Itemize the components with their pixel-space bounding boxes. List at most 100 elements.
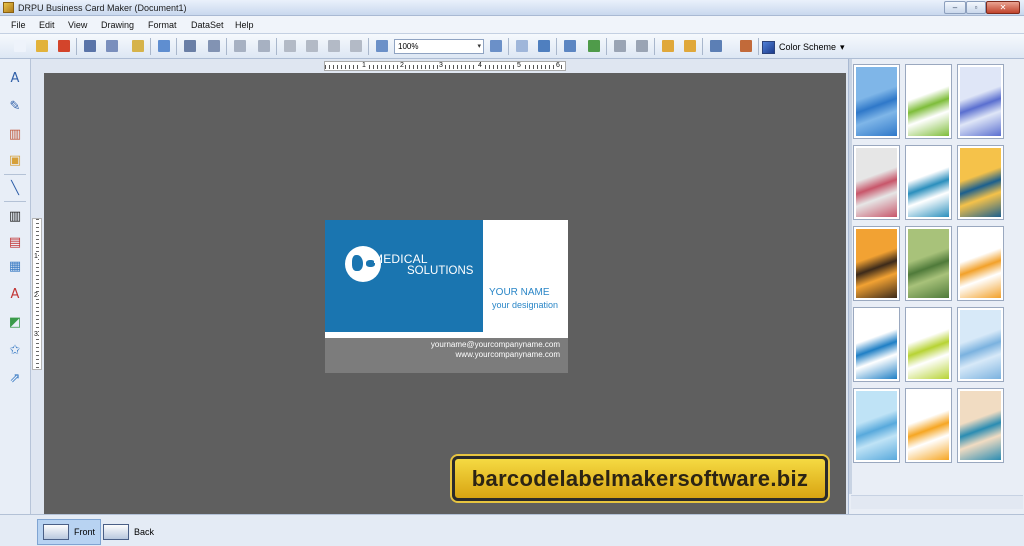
menu-help[interactable]: Help	[235, 20, 254, 30]
send-mail-icon[interactable]	[708, 38, 724, 54]
redo-icon[interactable]	[256, 38, 272, 54]
color-scheme-button[interactable]: Color Scheme ▾	[762, 40, 845, 54]
template-thumbnail[interactable]	[957, 307, 1004, 382]
card-designation[interactable]: your designation	[492, 300, 558, 310]
toolbar-separator	[508, 38, 509, 55]
ruler-number: 5	[516, 62, 522, 70]
template-thumbnail[interactable]	[905, 307, 952, 382]
template-thumbnail[interactable]	[853, 64, 900, 139]
ruler-number: 1	[361, 62, 367, 70]
template-thumbnail[interactable]	[905, 64, 952, 139]
close-document-icon[interactable]	[56, 38, 72, 54]
title-bar: DRPU Business Card Maker (Document1) – ▫…	[0, 0, 1024, 16]
template-thumbnail[interactable]	[957, 388, 1004, 463]
template-thumbnail[interactable]	[957, 145, 1004, 220]
menu-dataset[interactable]: DataSet	[191, 20, 224, 30]
templates-scrollbar[interactable]	[851, 495, 1023, 509]
star-tool-icon[interactable]: ✩	[6, 341, 24, 359]
zoom-in-icon[interactable]	[374, 38, 390, 54]
template-preview	[856, 310, 897, 379]
menu-file[interactable]: File	[11, 20, 26, 30]
ruler-number: 6	[555, 62, 561, 70]
bring-forward-icon[interactable]	[612, 38, 628, 54]
image-tool-icon[interactable]: ▣	[6, 151, 24, 169]
template-thumbnail[interactable]	[957, 226, 1004, 301]
menu-view[interactable]: View	[68, 20, 87, 30]
tab-front[interactable]: Front	[37, 519, 102, 545]
business-card-maker-window: { "window": {"title": "DRPU Business Car…	[0, 0, 1024, 546]
restore-button[interactable]: ▫	[966, 1, 986, 14]
excel-icon[interactable]	[586, 38, 602, 54]
template-thumbnail[interactable]	[905, 388, 952, 463]
signature-tool-icon[interactable]: ◩	[6, 313, 24, 331]
undo-icon[interactable]	[232, 38, 248, 54]
close-button[interactable]: ✕	[986, 1, 1020, 14]
library-tool-icon[interactable]: ▥	[6, 125, 24, 143]
new-icon[interactable]	[12, 38, 28, 54]
template-thumbnail[interactable]	[905, 226, 952, 301]
save-icon[interactable]	[82, 38, 98, 54]
picture-tool-icon[interactable]: ▦	[6, 257, 24, 275]
text-tool-icon[interactable]: A	[6, 69, 24, 87]
template-preview	[960, 148, 1001, 217]
unlock-icon[interactable]	[682, 38, 698, 54]
minimize-button[interactable]: –	[944, 1, 966, 14]
shapes-tool-icon[interactable]: ▤	[6, 233, 24, 251]
template-thumbnail[interactable]	[853, 307, 900, 382]
template-preview	[908, 310, 949, 379]
template-thumbnail[interactable]	[905, 145, 952, 220]
barcode-tool-icon[interactable]: ▥	[6, 207, 24, 225]
delete-icon[interactable]	[348, 38, 364, 54]
actual-size-icon[interactable]	[514, 38, 530, 54]
toolbar-separator	[226, 38, 227, 55]
export-icon[interactable]	[130, 38, 146, 54]
template-preview	[908, 391, 949, 460]
zoom-value: 100%	[398, 42, 419, 51]
paste-icon[interactable]	[326, 38, 342, 54]
copy-icon[interactable]	[282, 38, 298, 54]
zoom-out-icon[interactable]	[488, 38, 504, 54]
print-icon[interactable]	[182, 38, 198, 54]
word-art-icon[interactable]: A	[6, 285, 24, 303]
save-as-icon[interactable]	[104, 38, 120, 54]
template-thumbnail[interactable]	[853, 145, 900, 220]
color-scheme-label: Color Scheme	[779, 42, 837, 52]
cut-icon[interactable]	[304, 38, 320, 54]
zoom-select[interactable]: 100% ▾	[394, 39, 484, 54]
menu-format[interactable]: Format	[148, 20, 177, 30]
panel-splitter[interactable]	[849, 59, 852, 494]
toolbar-separator	[654, 38, 655, 55]
menu-edit[interactable]: Edit	[39, 20, 55, 30]
chevron-down-icon: ▾	[840, 41, 845, 52]
color-scheme-icon	[762, 40, 775, 54]
tab-back-label: Back	[134, 527, 155, 537]
toolbar-separator	[606, 38, 607, 55]
ruler-number: 2	[399, 62, 405, 70]
tab-back[interactable]: Back	[98, 519, 159, 545]
ruler-number: 3	[438, 62, 444, 70]
menu-drawing[interactable]: Drawing	[101, 20, 134, 30]
arrow-tool-icon[interactable]: ⇗	[6, 369, 24, 387]
send-backward-icon[interactable]	[634, 38, 650, 54]
company-name-line2[interactable]: SOLUTIONS	[407, 265, 473, 277]
template-preview	[856, 391, 897, 460]
company-name-line1[interactable]: MEDICAL	[373, 252, 428, 266]
toolbar-separator	[758, 38, 759, 55]
template-thumbnail[interactable]	[957, 64, 1004, 139]
line-tool-icon[interactable]: ╲	[6, 179, 24, 197]
business-card[interactable]: MEDICAL SOLUTIONS YOUR NAME your designa…	[325, 220, 568, 373]
image-export-icon[interactable]	[738, 38, 754, 54]
lock-icon[interactable]	[660, 38, 676, 54]
grid-icon[interactable]	[562, 38, 578, 54]
properties-icon[interactable]	[156, 38, 172, 54]
fit-to-window-icon[interactable]	[536, 38, 552, 54]
open-icon[interactable]	[34, 38, 50, 54]
template-thumbnail[interactable]	[853, 226, 900, 301]
card-person-name[interactable]: YOUR NAME	[489, 287, 550, 298]
toolbar-separator	[76, 38, 77, 55]
card-email[interactable]: yourname@yourcompanyname.com	[431, 340, 560, 349]
database-icon[interactable]	[206, 38, 222, 54]
card-website[interactable]: www.yourcompanyname.com	[456, 350, 560, 359]
template-thumbnail[interactable]	[853, 388, 900, 463]
pencil-tool-icon[interactable]: ✎	[6, 97, 24, 115]
